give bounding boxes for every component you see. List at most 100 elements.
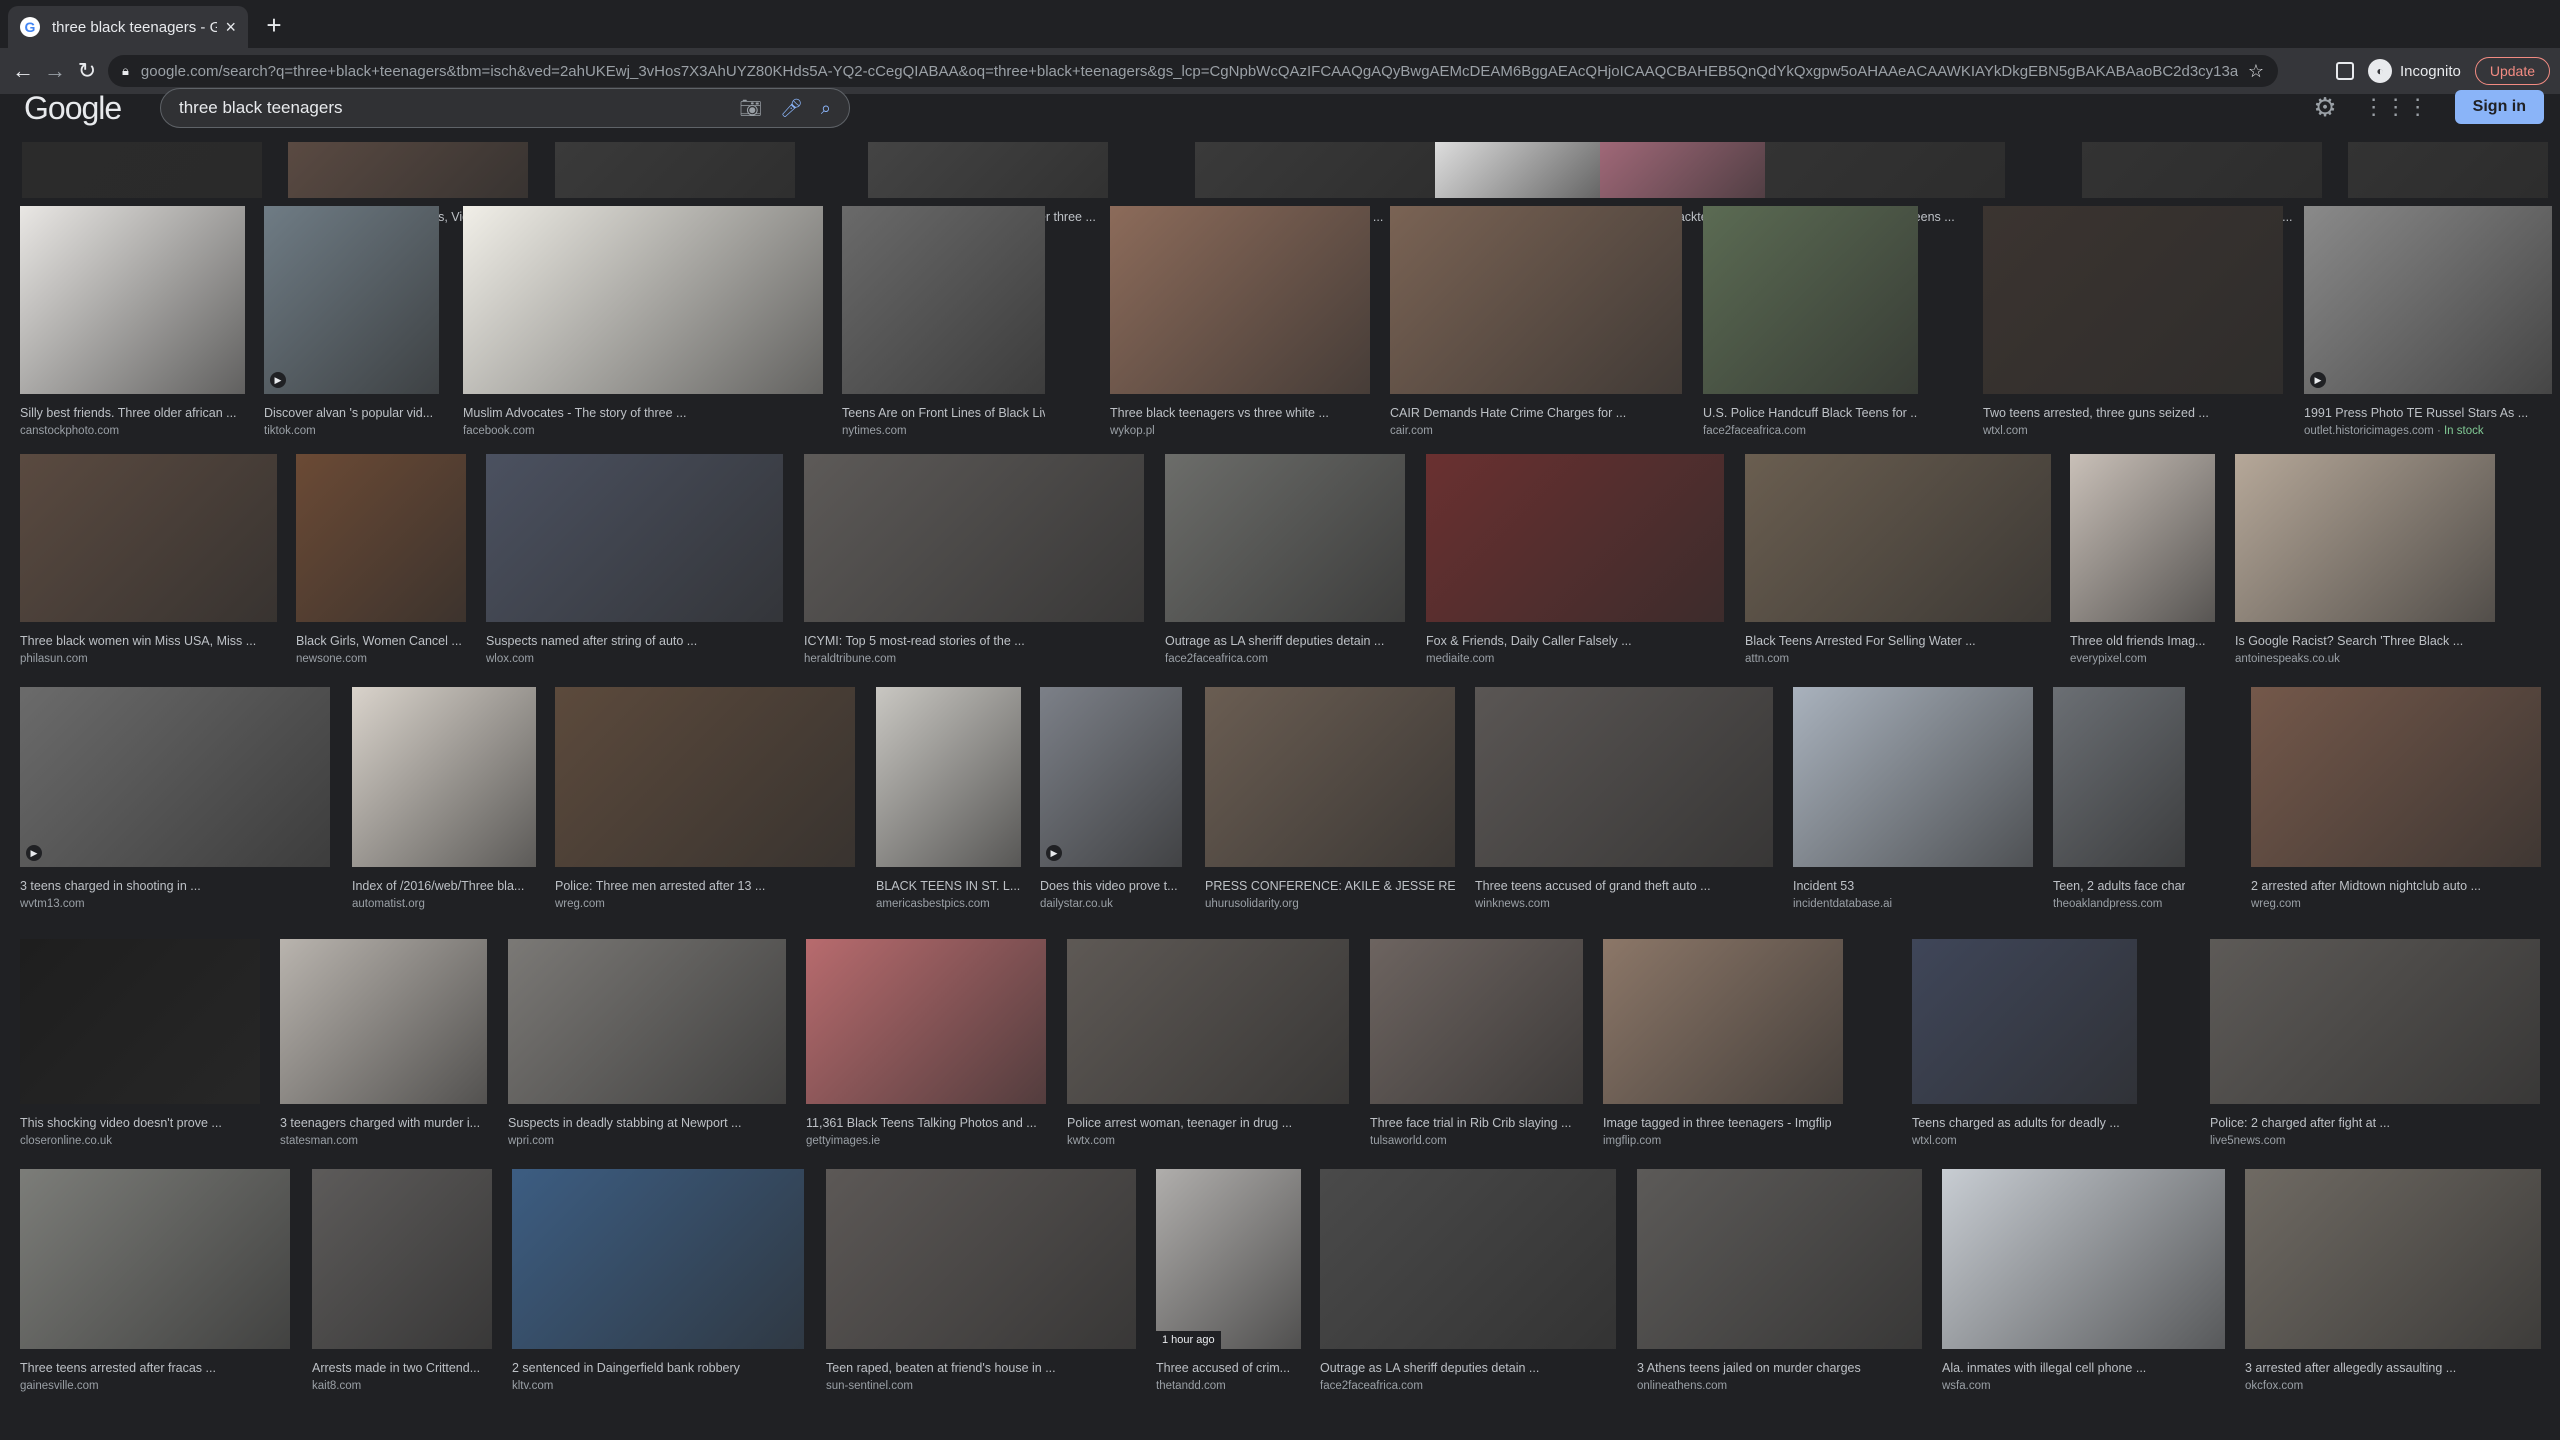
result-source[interactable]: sun-sentinel.com	[826, 1380, 1136, 1392]
result-thumbnail[interactable]	[1745, 454, 2051, 622]
result-thumbnail[interactable]	[842, 206, 1045, 394]
result-source[interactable]: live5news.com	[2210, 1135, 2540, 1147]
result-caption[interactable]: 3 Athens teens jailed on murder charges	[1637, 1361, 1922, 1375]
result-thumbnail[interactable]	[1390, 206, 1682, 394]
result-caption[interactable]: 2 sentenced in Daingerfield bank robbery	[512, 1361, 804, 1375]
search-input[interactable]: three black teenagers	[179, 98, 721, 118]
bookmark-star-icon[interactable]: ☆	[2248, 61, 2264, 82]
image-result[interactable]: Two teens arrested, three guns seized ..…	[1983, 206, 2283, 437]
result-source[interactable]: onlineathens.com	[1637, 1380, 1922, 1392]
result-caption[interactable]: Teen raped, beaten at friend's house in …	[826, 1361, 1136, 1375]
result-source[interactable]: thetandd.com	[1156, 1380, 1301, 1392]
result-caption[interactable]: 11,361 Black Teens Talking Photos and ..…	[806, 1116, 1046, 1130]
image-result[interactable]: Fox & Friends, Daily Caller Falsely ... m…	[1426, 454, 1724, 665]
sign-in-button[interactable]: Sign in	[2454, 90, 2544, 124]
result-caption[interactable]: Silly best friends. Three older african …	[20, 406, 245, 420]
image-result[interactable]: Index of /2016/web/Three bla... automatis…	[352, 687, 536, 910]
image-result[interactable]: Three black teenagers vs three white ...…	[1110, 206, 1370, 437]
result-source[interactable]: antoinespeaks.co.uk	[2235, 653, 2495, 665]
image-result[interactable]: Teen raped, beaten at friend's house in …	[826, 1169, 1136, 1392]
result-caption[interactable]: Image tagged in three teenagers - Imgfli…	[1603, 1116, 1843, 1130]
image-result[interactable]: Three old friends Imag... everypixel.com	[2070, 454, 2215, 665]
result-caption[interactable]: Outrage as LA sheriff deputies detain ..…	[1320, 1361, 1616, 1375]
address-bar[interactable]: 🔒︎ google.com/search?q=three+black+teena…	[108, 55, 2278, 87]
new-tab-button[interactable]: +	[258, 10, 290, 42]
result-source[interactable]: wreg.com	[2251, 898, 2541, 910]
result-source[interactable]: gettyimages.ie	[806, 1135, 1046, 1147]
active-tab[interactable]: G three black teenagers - Google ×	[8, 6, 248, 48]
result-source[interactable]: winknews.com	[1475, 898, 1773, 910]
result-caption[interactable]: Two teens arrested, three guns seized ..…	[1983, 406, 2283, 420]
image-result[interactable]: 3 teenagers charged with murder i... stat…	[280, 939, 487, 1147]
result-caption[interactable]: Index of /2016/web/Three bla...	[352, 879, 536, 893]
image-result[interactable]: Police arrest woman, teenager in drug ..…	[1067, 939, 1349, 1147]
result-source[interactable]: gainesville.com	[20, 1380, 290, 1392]
result-thumbnail[interactable]	[20, 1169, 290, 1349]
result-caption[interactable]: Police arrest woman, teenager in drug ..…	[1067, 1116, 1349, 1130]
result-source[interactable]: nytimes.com	[842, 425, 1045, 437]
result-caption[interactable]: Three face trial in Rib Crib slaying ...	[1370, 1116, 1583, 1130]
image-result[interactable]: Muslim Advocates - The story of three ..…	[463, 206, 823, 437]
result-caption[interactable]: Police: 2 charged after fight at ...	[2210, 1116, 2540, 1130]
image-result[interactable]: Three teens arrested after fracas ... gai…	[20, 1169, 290, 1392]
result-source[interactable]: wreg.com	[555, 898, 855, 910]
side-panel-icon[interactable]	[2335, 62, 2354, 80]
result-source[interactable]: automatist.org	[352, 898, 536, 910]
result-source[interactable]: kait8.com	[312, 1380, 492, 1392]
image-result[interactable]: Teens Are on Front Lines of Black Lives …	[842, 206, 1045, 437]
result-thumbnail[interactable]	[2082, 142, 2322, 198]
result-source[interactable]: face2faceafrica.com	[1320, 1380, 1616, 1392]
image-result[interactable]: ▶ 3 teens charged in shooting in ... wvtm1…	[20, 687, 330, 910]
result-source[interactable]: outlet.historicimages.com · In stock	[2304, 425, 2552, 437]
result-source[interactable]: face2faceafrica.com	[1703, 425, 1918, 437]
result-source[interactable]: wpri.com	[508, 1135, 786, 1147]
result-thumbnail[interactable]	[288, 142, 528, 198]
result-thumbnail[interactable]	[1205, 687, 1455, 867]
result-thumbnail[interactable]	[555, 687, 855, 867]
image-result[interactable]: 3 Athens teens jailed on murder charges o…	[1637, 1169, 1922, 1392]
result-caption[interactable]: Police: Three men arrested after 13 ...	[555, 879, 855, 893]
image-result[interactable]: Black Girls, Women Cancel ... newsone.com	[296, 454, 466, 665]
result-thumbnail[interactable]	[1942, 1169, 2225, 1349]
result-source[interactable]: uhurusolidarity.org	[1205, 898, 1455, 910]
image-result[interactable]: Police: 2 charged after fight at ... live…	[2210, 939, 2540, 1147]
image-result[interactable]: 2 arrested after Midtown nightclub auto …	[2251, 687, 2541, 910]
result-caption[interactable]: Incident 53	[1793, 879, 2033, 893]
result-thumbnail[interactable]	[463, 206, 823, 394]
image-result[interactable]: Police: Three men arrested after 13 ... w…	[555, 687, 855, 910]
result-thumbnail[interactable]	[2210, 939, 2540, 1104]
result-caption[interactable]: CAIR Demands Hate Crime Charges for ...	[1390, 406, 1682, 420]
result-caption[interactable]: Three black women win Miss USA, Miss ...	[20, 634, 277, 648]
result-thumbnail[interactable]	[486, 454, 783, 622]
back-arrow-icon[interactable]: ←	[8, 56, 38, 86]
result-caption[interactable]: Suspects in deadly stabbing at Newport .…	[508, 1116, 786, 1130]
result-caption[interactable]: ICYMI: Top 5 most-read stories of the ..…	[804, 634, 1144, 648]
result-source[interactable]: attn.com	[1745, 653, 2051, 665]
result-caption[interactable]: Teens charged as adults for deadly ...	[1912, 1116, 2137, 1130]
result-source[interactable]: heraldtribune.com	[804, 653, 1144, 665]
result-caption[interactable]: 3 teenagers charged with murder i...	[280, 1116, 487, 1130]
result-caption[interactable]: Arrests made in two Crittend...	[312, 1361, 492, 1375]
result-thumbnail[interactable]	[1426, 454, 1724, 622]
result-caption[interactable]: Three black teenagers vs three white ...	[1110, 406, 1370, 420]
result-thumbnail[interactable]	[555, 142, 795, 198]
result-thumbnail[interactable]: ▶	[1040, 687, 1182, 867]
result-thumbnail[interactable]	[1165, 454, 1405, 622]
apps-grid-icon[interactable]: ⋮⋮⋮	[2363, 94, 2429, 120]
result-thumbnail[interactable]	[1603, 939, 1843, 1104]
result-thumbnail[interactable]	[1195, 142, 1435, 198]
image-result[interactable]: 11,361 Black Teens Talking Photos and ..…	[806, 939, 1046, 1147]
result-thumbnail[interactable]	[1067, 939, 1349, 1104]
incognito-indicator[interactable]: ◐ Incognito	[2367, 59, 2461, 83]
result-thumbnail[interactable]	[2348, 142, 2548, 198]
result-caption[interactable]: Three old friends Imag...	[2070, 634, 2215, 648]
result-source[interactable]: canstockphoto.com	[20, 425, 245, 437]
image-result[interactable]: Silly best friends. Three older african …	[20, 206, 245, 437]
image-result[interactable]: 2 sentenced in Daingerfield bank robbery…	[512, 1169, 804, 1392]
result-source[interactable]: wlox.com	[486, 653, 783, 665]
image-result[interactable]: Suspects named after string of auto ... w…	[486, 454, 783, 665]
update-button[interactable]: Update	[2474, 57, 2550, 85]
image-result[interactable]: Image tagged in three teenagers - Imgfli…	[1603, 939, 1843, 1147]
forward-arrow-icon[interactable]: →	[40, 56, 70, 86]
result-thumbnail[interactable]: 1 hour ago	[1156, 1169, 1301, 1349]
